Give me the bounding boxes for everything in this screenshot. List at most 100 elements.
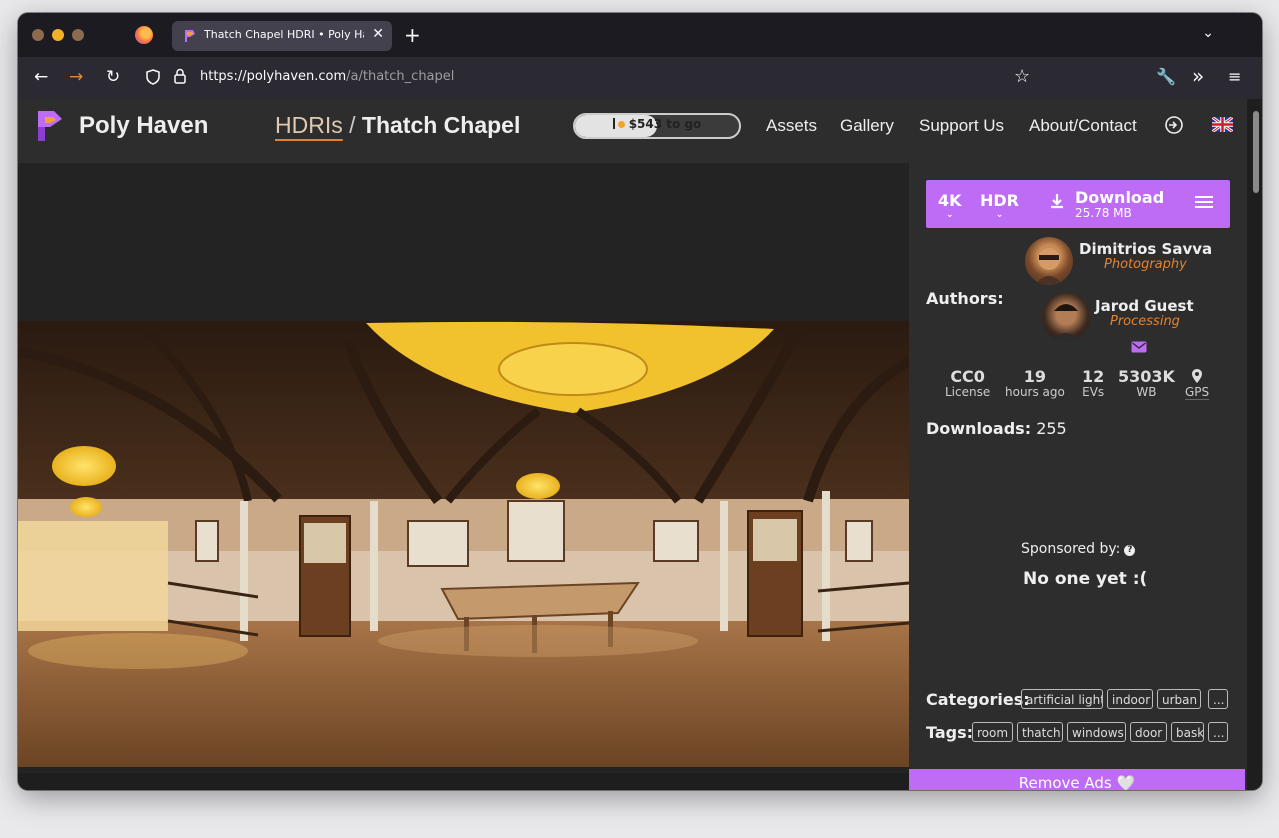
downloads-label: Downloads: bbox=[926, 419, 1032, 438]
close-window-button[interactable] bbox=[32, 29, 44, 41]
download-label: Download bbox=[1075, 188, 1165, 207]
tag-chip[interactable]: thatch bbox=[1017, 722, 1063, 742]
format-value: HDR bbox=[980, 191, 1019, 210]
new-tab-button[interactable]: + bbox=[404, 23, 421, 47]
chevron-down-icon: ⌄ bbox=[945, 210, 954, 220]
tag-chip[interactable]: room bbox=[972, 722, 1013, 742]
categories-more-button[interactable]: ... bbox=[1208, 689, 1228, 709]
nav-about-contact[interactable]: About/Contact bbox=[1029, 116, 1137, 136]
stat-age: 19 hours ago bbox=[1005, 367, 1065, 399]
browser-window: Thatch Chapel HDRI • Poly Haven ✕ + ⌄ ← … bbox=[18, 13, 1262, 790]
nav-gallery[interactable]: Gallery bbox=[840, 116, 894, 136]
author-role: Processing bbox=[1110, 314, 1180, 329]
scrollbar-thumb[interactable] bbox=[1253, 111, 1259, 193]
download-options-menu-icon[interactable] bbox=[1194, 194, 1214, 210]
polyhaven-logo-icon[interactable] bbox=[36, 109, 64, 143]
lock-icon[interactable] bbox=[174, 68, 186, 84]
tab-title: Thatch Chapel HDRI • Poly Haven bbox=[204, 28, 364, 41]
page-scrollbar[interactable] bbox=[1247, 99, 1262, 790]
author-name[interactable]: Dimitrios Savva bbox=[1079, 240, 1212, 258]
navigation-bar: ← → ↻ https://polyhaven.com/a/thatch_cha… bbox=[18, 57, 1262, 99]
asset-sidebar: 4K ⌄ HDR ⌄ Download 25.78 MB Dimitrios S… bbox=[909, 163, 1247, 790]
app-menu-icon[interactable]: ≡ bbox=[1228, 67, 1241, 86]
category-chip[interactable]: urban bbox=[1157, 689, 1201, 709]
downloads-value: 255 bbox=[1036, 419, 1067, 438]
nav-assets[interactable]: Assets bbox=[766, 116, 817, 136]
stat-gps[interactable]: GPS bbox=[1185, 367, 1209, 399]
remove-ads-button[interactable]: Remove Ads 🤍 bbox=[909, 769, 1245, 790]
url-path: /a/thatch_chapel bbox=[346, 69, 455, 84]
uk-flag-icon[interactable] bbox=[1212, 117, 1233, 132]
site-header: Poly Haven HDRIs / Thatch Chapel $543 to… bbox=[18, 99, 1262, 163]
goal-marker-icon bbox=[612, 118, 615, 129]
author-name[interactable]: Jarod Guest bbox=[1095, 297, 1194, 315]
authors-label: Authors: bbox=[926, 289, 1004, 308]
brand-name[interactable]: Poly Haven bbox=[79, 112, 208, 140]
tab-active[interactable]: Thatch Chapel HDRI • Poly Haven ✕ bbox=[172, 21, 392, 51]
site-viewport: Poly Haven HDRIs / Thatch Chapel $543 to… bbox=[18, 99, 1262, 790]
download-bar: 4K ⌄ HDR ⌄ Download 25.78 MB bbox=[926, 180, 1230, 228]
bookmark-star-icon[interactable]: ☆ bbox=[1014, 66, 1030, 87]
sponsor-label: Sponsored by:? bbox=[1021, 541, 1136, 557]
download-size: 25.78 MB bbox=[1075, 206, 1132, 220]
tracking-shield-icon[interactable] bbox=[146, 69, 160, 85]
wrench-icon[interactable]: 🔧 bbox=[1156, 67, 1176, 86]
back-arrow-icon[interactable]: ← bbox=[34, 67, 48, 87]
breadcrumb-separator: / bbox=[349, 112, 356, 138]
tag-chip[interactable]: windows bbox=[1067, 722, 1126, 742]
resolution-dropdown[interactable]: 4K ⌄ bbox=[938, 191, 962, 220]
login-icon[interactable] bbox=[1164, 115, 1184, 135]
funding-goal-text: $543 to go bbox=[575, 117, 739, 131]
chevron-down-icon: ⌄ bbox=[995, 210, 1004, 220]
categories-label: Categories: bbox=[926, 690, 1030, 709]
stat-license: CC0 License bbox=[945, 367, 990, 399]
avatar-jarod[interactable] bbox=[1042, 293, 1090, 341]
location-pin-icon bbox=[1192, 369, 1203, 383]
firefox-view-icon[interactable] bbox=[135, 26, 153, 44]
tags-more-button[interactable]: ... bbox=[1208, 722, 1228, 742]
stat-label: hours ago bbox=[1005, 385, 1065, 399]
avatar-dimitrios[interactable] bbox=[1025, 237, 1073, 285]
reload-icon[interactable]: ↻ bbox=[106, 67, 120, 87]
hdri-preview[interactable] bbox=[18, 163, 909, 773]
nav-support-us[interactable]: Support Us bbox=[919, 116, 1004, 136]
hdri-panorama-image[interactable] bbox=[18, 321, 909, 767]
category-chip[interactable]: indoor bbox=[1107, 689, 1153, 709]
stat-evs: 12 EVs bbox=[1082, 367, 1104, 399]
tab-strip: Thatch Chapel HDRI • Poly Haven ✕ + ⌄ bbox=[18, 13, 1262, 57]
stat-label: License bbox=[945, 385, 991, 399]
stat-value: 5303K bbox=[1118, 367, 1175, 386]
overflow-chevron-icon[interactable]: » bbox=[1192, 64, 1204, 88]
tag-chip[interactable]: basket bbox=[1171, 722, 1204, 742]
stat-label: WB bbox=[1136, 385, 1157, 399]
downloads-count: Downloads: 255 bbox=[926, 419, 1067, 438]
page-title: Thatch Chapel bbox=[361, 112, 521, 138]
stat-label: GPS bbox=[1185, 385, 1210, 399]
stat-label: EVs bbox=[1082, 385, 1105, 399]
stat-value: 12 bbox=[1082, 367, 1105, 386]
stat-value: CC0 bbox=[950, 367, 985, 386]
forward-arrow-icon[interactable]: → bbox=[69, 67, 83, 87]
author-role: Photography bbox=[1104, 257, 1187, 272]
heart-icon: 🤍 bbox=[1116, 774, 1136, 790]
minimize-window-button[interactable] bbox=[52, 29, 64, 41]
remove-ads-label: Remove Ads bbox=[1018, 774, 1112, 790]
coin-icon bbox=[617, 121, 625, 128]
zoom-window-button[interactable] bbox=[72, 29, 84, 41]
tab-close-icon[interactable]: ✕ bbox=[372, 26, 384, 42]
format-dropdown[interactable]: HDR ⌄ bbox=[980, 191, 1019, 220]
category-chip[interactable]: artificial light bbox=[1021, 689, 1103, 709]
help-icon[interactable]: ? bbox=[1124, 545, 1136, 556]
breadcrumb-hdris-link[interactable]: HDRIs bbox=[275, 112, 343, 138]
mail-icon[interactable] bbox=[1131, 341, 1147, 353]
tab-list-chevron-icon[interactable]: ⌄ bbox=[1202, 25, 1214, 41]
url-host: https://polyhaven.com bbox=[200, 69, 347, 84]
tag-chip[interactable]: door bbox=[1130, 722, 1167, 742]
url-field[interactable]: https://polyhaven.com/a/thatch_chapel bbox=[200, 69, 454, 84]
download-icon bbox=[1051, 194, 1063, 209]
stat-value: 19 bbox=[1023, 367, 1047, 386]
funding-goal-button[interactable]: $543 to go bbox=[573, 113, 741, 139]
stat-wb: 5303K WB bbox=[1118, 367, 1175, 399]
polyhaven-favicon-icon bbox=[185, 30, 195, 42]
sponsor-empty-text: No one yet :( bbox=[1023, 569, 1148, 589]
